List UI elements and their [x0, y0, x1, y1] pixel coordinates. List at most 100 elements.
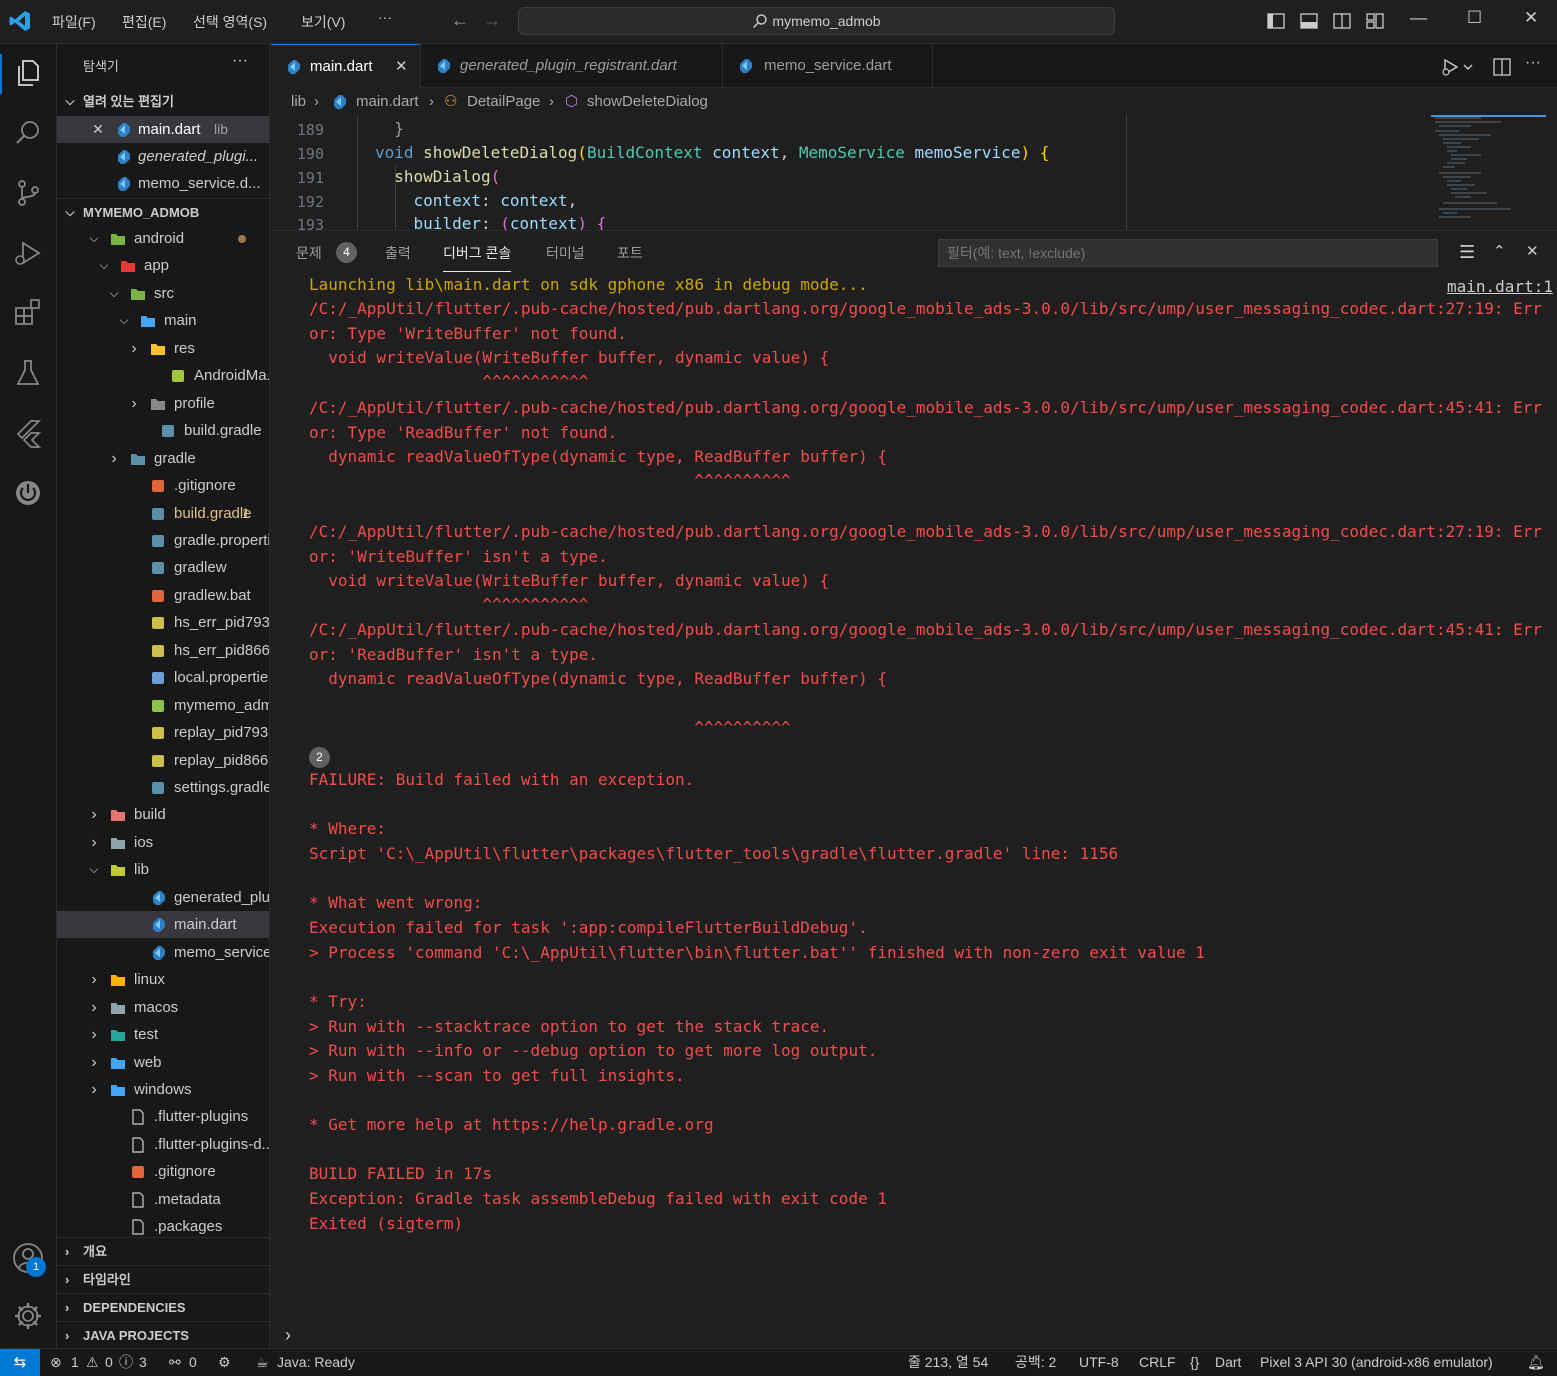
warning-icon[interactable]: ⚠ [86, 1349, 99, 1376]
close-icon[interactable]: ✕ [91, 116, 105, 143]
extensions-icon[interactable] [11, 296, 45, 330]
tab-generated-plugin-registrant[interactable]: generated_plugin_registrant.dart [421, 44, 723, 88]
tree-folder[interactable]: ⌵ src [57, 280, 269, 307]
tree-folder[interactable]: ⌵ android [57, 225, 269, 252]
command-center-search[interactable]: mymemo_admob [518, 7, 1115, 35]
tree-folder[interactable]: › build [57, 801, 269, 828]
breadcrumb-detail-page[interactable]: DetailPage [467, 88, 540, 115]
clear-console-icon[interactable]: ☰ [1459, 242, 1475, 263]
spring-boot-icon[interactable] [11, 476, 45, 510]
tree-file[interactable]: AndroidMa... [57, 362, 269, 389]
warning-count[interactable]: 0 [105, 1349, 113, 1376]
settings-gear-icon[interactable] [11, 1299, 45, 1333]
tree-file[interactable]: gradlew.bat [57, 582, 269, 609]
tree-folder[interactable]: ⌵ main [57, 307, 269, 334]
tree-folder[interactable]: › test [57, 1021, 269, 1048]
ports-icon[interactable]: ⚯ [169, 1349, 181, 1376]
tree-file[interactable]: mymemo_admo... [57, 692, 269, 719]
tree-file[interactable]: replay_pid86616... [57, 747, 269, 774]
run-debug-dropdown-icon[interactable] [1441, 57, 1475, 77]
tree-folder[interactable]: › ios [57, 829, 269, 856]
tree-file[interactable]: local.properties [57, 664, 269, 691]
minimap[interactable] [1431, 115, 1546, 230]
explorer-more-button[interactable]: ··· [232, 52, 248, 70]
testing-icon[interactable] [11, 356, 45, 390]
section-java-projects[interactable]: › JAVA PROJECTS [57, 1321, 269, 1348]
cursor-position[interactable]: 줄 213, 열 54 [908, 1349, 988, 1376]
tree-file[interactable]: hs_err_pid79324... [57, 609, 269, 636]
info-icon[interactable]: ⓘ [119, 1349, 133, 1376]
code-editor[interactable]: 189 190 191 192 193 } void showDeleteDia… [271, 115, 1557, 230]
source-link[interactable]: main.dart:1 [1447, 277, 1553, 296]
tree-file[interactable]: hs_err_pid86616... [57, 637, 269, 664]
tree-folder[interactable]: › web [57, 1049, 269, 1076]
open-editor-memo-service[interactable]: memo_service.d... [57, 170, 269, 197]
close-window-button[interactable]: ✕ [1524, 8, 1538, 28]
target-device[interactable]: Pixel 3 API 30 (android-x86 emulator) [1260, 1349, 1493, 1376]
notifications-bell-icon[interactable]: 🔔︎ [1527, 1349, 1545, 1376]
search-view-icon[interactable] [11, 116, 45, 150]
tree-folder[interactable]: › windows [57, 1076, 269, 1103]
console-prompt-icon[interactable]: › [285, 1325, 291, 1346]
tree-folder[interactable]: › gradle [57, 445, 269, 472]
project-header[interactable]: ⌵ MYMEMO_ADMOB [57, 198, 269, 225]
forward-arrow-icon[interactable]: → [483, 10, 501, 31]
errors-icon[interactable]: ⊗ [50, 1349, 62, 1376]
tab-memo-service[interactable]: memo_service.dart [723, 44, 933, 88]
ports-count[interactable]: 0 [189, 1349, 197, 1376]
java-icon[interactable]: ☕ [256, 1349, 269, 1376]
tree-folder[interactable]: › profile [57, 390, 269, 417]
explorer-icon[interactable] [11, 56, 45, 90]
tree-file[interactable]: .flutter-plugins [57, 1103, 269, 1130]
menu-file[interactable]: 파일(F) [52, 12, 96, 32]
tab-debug-console[interactable]: 디버그 콘솔 [443, 243, 512, 272]
open-editor-generated-plugin[interactable]: generated_plugi... [57, 143, 269, 170]
language-mode[interactable]: Dart [1215, 1349, 1241, 1376]
tree-file[interactable]: .packages [57, 1213, 269, 1240]
tree-folder[interactable]: › res [57, 335, 269, 362]
minimize-button[interactable]: — [1410, 8, 1427, 28]
toggle-panel-icon[interactable] [1299, 11, 1319, 31]
tree-file[interactable]: build.gradle [57, 417, 269, 444]
editor-more-button[interactable]: ··· [1525, 54, 1541, 72]
tree-file[interactable]: settings.gradle [57, 774, 269, 801]
maximize-panel-icon[interactable]: ⌃ [1493, 242, 1506, 260]
breadcrumb-main-dart[interactable]: main.dart [356, 88, 419, 115]
tree-file[interactable]: memo_service.d... [57, 939, 269, 966]
menu-more-button[interactable]: ··· [378, 9, 392, 25]
section-dependencies[interactable]: › DEPENDENCIES [57, 1293, 269, 1320]
tab-output[interactable]: 출력 [385, 243, 411, 263]
split-editor-icon[interactable] [1492, 57, 1512, 77]
tab-close-icon[interactable]: ✕ [395, 45, 408, 89]
tree-file[interactable]: .flutter-plugins-d... [57, 1131, 269, 1158]
maximize-button[interactable]: ☐ [1467, 8, 1482, 28]
menu-selection[interactable]: 선택 영역(S) [193, 12, 267, 32]
tree-file[interactable]: .gitignore [57, 472, 269, 499]
tree-file[interactable]: replay_pid79324... [57, 719, 269, 746]
tree-file[interactable]: .metadata [57, 1186, 269, 1213]
tree-folder[interactable]: ⌵ app [57, 252, 269, 279]
tab-terminal[interactable]: 터미널 [546, 243, 585, 263]
open-editor-main-dart[interactable]: ✕ main.dart lib [57, 116, 269, 143]
source-control-icon[interactable] [11, 176, 45, 210]
debug-icon[interactable]: ⚙ [218, 1349, 231, 1376]
info-count[interactable]: 3 [139, 1349, 147, 1376]
java-status[interactable]: Java: Ready [277, 1349, 355, 1376]
section-timeline[interactable]: › 타임라인 [57, 1265, 269, 1292]
indentation[interactable]: 공백: 2 [1015, 1349, 1056, 1376]
remote-indicator-icon[interactable]: ⇆ [0, 1349, 40, 1376]
close-panel-icon[interactable]: ✕ [1526, 242, 1539, 260]
back-arrow-icon[interactable]: ← [451, 10, 469, 31]
tree-folder[interactable]: › macos [57, 994, 269, 1021]
tree-file[interactable]: gradlew [57, 554, 269, 581]
toggle-sidebar-icon[interactable] [1266, 11, 1286, 31]
tree-file[interactable]: .gitignore [57, 1158, 269, 1185]
tree-folder[interactable]: › linux [57, 966, 269, 993]
tree-file[interactable]: gradle.properties [57, 527, 269, 554]
filter-input[interactable] [938, 239, 1438, 267]
customize-layout-icon[interactable] [1365, 11, 1385, 31]
tree-file[interactable]: main.dart [57, 911, 269, 938]
flutter-icon[interactable] [11, 416, 45, 450]
end-of-line[interactable]: CRLF [1139, 1349, 1176, 1376]
open-editors-header[interactable]: ⌵ 열려 있는 편집기 [57, 88, 269, 115]
